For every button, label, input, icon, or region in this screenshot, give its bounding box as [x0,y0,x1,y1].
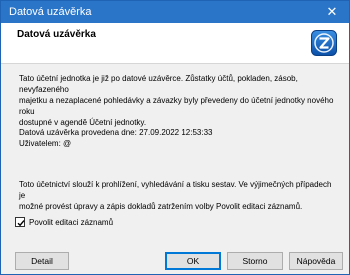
checkmark-icon [17,220,25,227]
usage-line: Toto účetnictví slouží k prohlížení, vyh… [19,180,332,200]
closing-user-text: Uživatelem: @ [19,139,72,148]
z-logo-icon [311,30,337,56]
dialog-window: Datová uzávěrka ✕ Datová uzávěrka Tato ú… [0,0,350,275]
usage-line: možné provést úpravy a zápis dokladů zat… [19,202,303,211]
allow-edit-checkbox[interactable] [15,217,25,227]
allow-edit-label: Povolit editaci záznamů [29,217,114,227]
window-title: Datová uzávěrka [9,6,92,18]
title-bar[interactable]: Datová uzávěrka ✕ [1,1,349,23]
usage-paragraph: Toto účetnictví slouží k prohlížení, vyh… [19,179,339,212]
ok-button[interactable]: OK [165,252,221,270]
info-paragraph: Tato účetní jednotka je již po datové uz… [19,73,339,128]
help-button[interactable]: Nápověda [289,252,343,270]
closing-date-text: Datová uzávěrka provedena dne: 27.09.202… [19,128,213,137]
allow-edit-option[interactable]: Povolit editaci záznamů [15,216,113,228]
close-icon[interactable]: ✕ [315,1,349,23]
info-line: majetku a nezaplacené pohledávky a závaz… [19,96,334,116]
info-line: Tato účetní jednotka je již po datové uz… [19,74,298,94]
dialog-header: Datová uzávěrka [1,23,349,64]
cancel-button[interactable]: Storno [227,252,283,270]
header-title: Datová uzávěrka [17,29,96,40]
closing-info: Datová uzávěrka provedena dne: 27.09.202… [19,127,339,149]
detail-button[interactable]: Detail [15,252,69,270]
